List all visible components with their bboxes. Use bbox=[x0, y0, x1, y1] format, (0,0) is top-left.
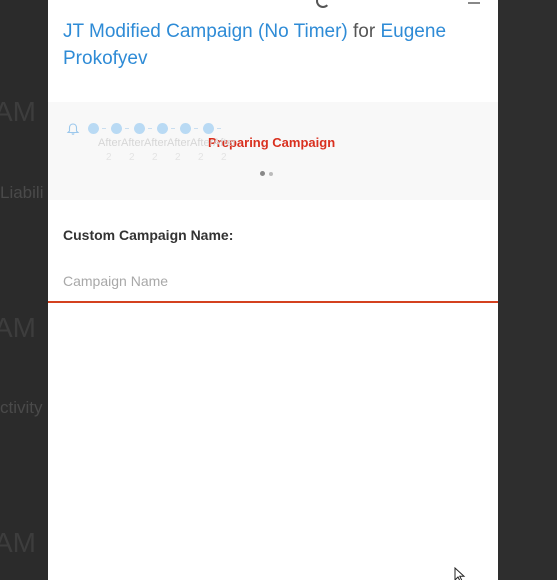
step-sublabel: 2 bbox=[198, 152, 204, 163]
campaign-name-link[interactable]: JT Modified Campaign (No Timer) bbox=[63, 21, 348, 42]
step-label: After bbox=[167, 137, 191, 149]
step-connector bbox=[102, 128, 106, 129]
background-text-am-2: AM bbox=[0, 312, 36, 343]
step-connector bbox=[171, 128, 175, 129]
step-connector bbox=[125, 128, 129, 129]
step-sublabel: 2 bbox=[129, 152, 135, 163]
step-connector bbox=[194, 128, 198, 129]
pager-dot[interactable] bbox=[260, 171, 265, 176]
step-dot bbox=[111, 123, 122, 134]
background-text-activity: ctivity bbox=[0, 398, 43, 417]
step-dot bbox=[88, 123, 99, 134]
step-sublabel: 2 bbox=[152, 152, 158, 163]
step-sublabel: 2 bbox=[106, 152, 112, 163]
step-connector bbox=[217, 128, 221, 129]
pager-dot[interactable] bbox=[269, 172, 273, 176]
background-text-am-3: AM bbox=[0, 527, 36, 558]
step-label: After bbox=[190, 137, 214, 149]
campaign-modal: JT Modified Campaign (No Timer) for Euge… bbox=[48, 0, 498, 580]
step-dot bbox=[134, 123, 145, 134]
background-text-liability: Liabili bbox=[0, 183, 44, 202]
step-label: After bbox=[98, 137, 122, 149]
campaign-name-input[interactable] bbox=[48, 260, 498, 303]
step-dot bbox=[203, 123, 214, 134]
mouse-cursor-icon bbox=[454, 567, 466, 580]
step-dot bbox=[157, 123, 168, 134]
loading-spinner-icon bbox=[316, 0, 330, 8]
step-sublabel: 2 bbox=[221, 152, 227, 163]
step-dot bbox=[180, 123, 191, 134]
background-text-am-1: AM bbox=[0, 96, 36, 127]
step-label: After bbox=[213, 137, 237, 149]
background-right-strip bbox=[498, 0, 557, 580]
custom-campaign-name-label: Custom Campaign Name: bbox=[63, 227, 234, 243]
step-sublabel: 2 bbox=[175, 152, 181, 163]
step-pager[interactable] bbox=[260, 163, 277, 181]
step-label: After bbox=[144, 137, 168, 149]
title-connector: for bbox=[353, 21, 376, 42]
campaign-progress: Preparing Campaign After 2 After 2 After 2 Aft… bbox=[48, 102, 498, 200]
bell-icon bbox=[66, 123, 80, 135]
step-label: After bbox=[121, 137, 145, 149]
step-connector bbox=[148, 128, 152, 129]
modal-title: JT Modified Campaign (No Timer) for Euge… bbox=[63, 18, 483, 72]
modal-header-peek bbox=[48, 0, 498, 8]
close-icon[interactable] bbox=[468, 0, 480, 4]
